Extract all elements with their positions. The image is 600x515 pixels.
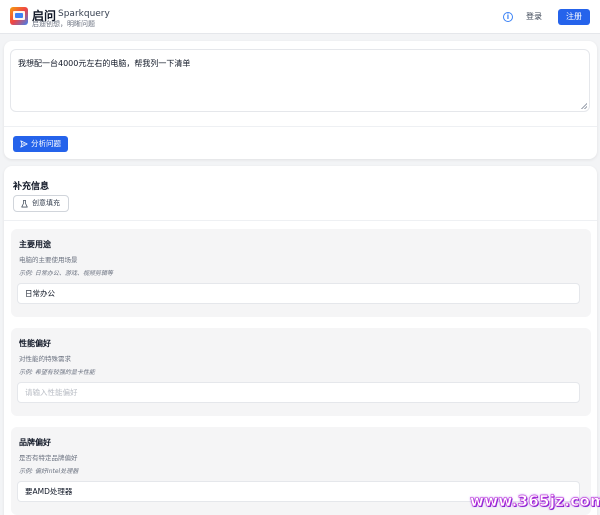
info-circle-icon[interactable]: i — [503, 12, 513, 22]
divider — [4, 126, 597, 127]
question-text: 我想配一台4000元左右的电脑，帮我列一下清单 — [18, 59, 191, 68]
app-logo — [10, 7, 28, 25]
supplement-title: 补充信息 — [13, 182, 50, 192]
question-card: 我想配一台4000元左右的电脑，帮我列一下清单 分析问题 — [4, 41, 597, 159]
field-title: 主要用途 — [19, 240, 51, 249]
resize-handle-icon[interactable] — [581, 103, 587, 109]
field-performance: 性能偏好 对性能的特殊需求 示例: 希望有较强的显卡性能 — [11, 328, 591, 416]
creative-fill-label: 创意填充 — [32, 200, 60, 207]
analyze-button[interactable]: 分析问题 — [13, 136, 68, 152]
field-title: 品牌偏好 — [19, 438, 51, 447]
app-name-en: Sparkquery — [58, 9, 110, 19]
creative-fill-button[interactable]: 创意填充 — [13, 195, 69, 212]
field-title: 性能偏好 — [19, 339, 51, 348]
top-bar: 启问 Sparkquery 启迪创想，明晰问题 i 登录 注册 — [0, 0, 600, 34]
analyze-button-label: 分析问题 — [31, 139, 61, 148]
field-description: 对性能的特殊需求 — [19, 355, 71, 363]
send-icon — [20, 140, 28, 148]
flask-icon — [21, 200, 28, 208]
field-description: 电脑的主要使用场景 — [19, 256, 78, 264]
field-description: 是否有特定品牌偏好 — [19, 454, 78, 462]
divider — [4, 220, 597, 221]
field-example: 示例: 偏好Intel处理器 — [19, 468, 79, 475]
watermark: www.365jz.com — [470, 492, 600, 511]
signup-button[interactable]: 注册 — [558, 9, 590, 25]
question-textarea[interactable]: 我想配一台4000元左右的电脑，帮我列一下清单 — [10, 49, 590, 112]
field-example: 示例: 日常办公、游戏、视频剪辑等 — [19, 270, 113, 277]
login-button[interactable]: 登录 — [522, 10, 546, 24]
supplement-panel: 补充信息 创意填充 主要用途 电脑的主要使用场景 示例: 日常办公、游戏、视频剪… — [4, 166, 597, 515]
field-example: 示例: 希望有较强的显卡性能 — [19, 369, 95, 376]
app-tagline: 启迪创想，明晰问题 — [32, 20, 95, 28]
field-main-usage: 主要用途 电脑的主要使用场景 示例: 日常办公、游戏、视频剪辑等 — [11, 229, 591, 317]
performance-input[interactable] — [17, 382, 580, 403]
main-usage-input[interactable] — [17, 283, 580, 304]
